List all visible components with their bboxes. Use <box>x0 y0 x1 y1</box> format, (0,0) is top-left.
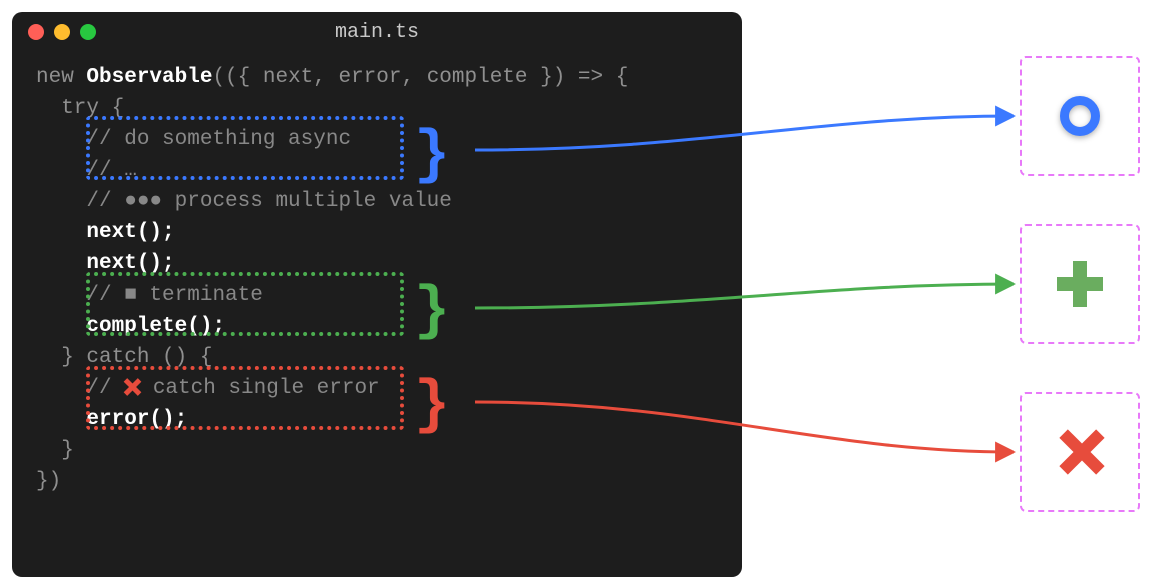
code-text: new <box>36 66 86 89</box>
code-line: next(); <box>36 217 718 248</box>
code-text: }) <box>36 470 61 493</box>
code-text: Observable <box>86 66 212 89</box>
code-text: error(); <box>36 408 187 431</box>
code-line: }) <box>36 466 718 497</box>
code-line: complete(); <box>36 311 718 342</box>
code-line: next(); <box>36 248 718 279</box>
code-text: // … <box>36 159 137 182</box>
code-line: error(); <box>36 404 718 435</box>
code-line: // … <box>36 155 718 186</box>
title-bar: main.ts <box>12 12 742 52</box>
code-line: // catch single error <box>36 373 718 404</box>
code-text: terminate <box>137 284 263 307</box>
code-text: (({ next, error, complete }) => { <box>212 66 628 89</box>
code-text: // <box>36 377 124 400</box>
target-x <box>1020 392 1140 512</box>
code-line: // do something async <box>36 124 718 155</box>
code-text: } <box>36 439 74 462</box>
code-line: // ■ terminate <box>36 280 718 311</box>
code-text: // do something async <box>36 128 351 151</box>
plus-icon <box>1057 261 1103 307</box>
square-icon: ■ <box>124 284 137 307</box>
code-body: new Observable(({ next, error, complete … <box>12 52 742 517</box>
x-icon <box>1057 429 1103 475</box>
target-circle <box>1020 56 1140 176</box>
code-line: // ●●● process multiple value <box>36 186 718 217</box>
code-line: } catch () { <box>36 342 718 373</box>
code-window: main.ts new Observable(({ next, error, c… <box>12 12 742 577</box>
target-plus <box>1020 224 1140 344</box>
code-text: catch single error <box>140 377 379 400</box>
code-text: try { <box>36 97 124 120</box>
code-text: } catch () { <box>36 346 212 369</box>
filename-label: main.ts <box>12 21 742 44</box>
dots-icon: ●●● <box>124 190 162 213</box>
circle-icon <box>1060 96 1100 136</box>
code-text: // <box>36 190 124 213</box>
code-line: new Observable(({ next, error, complete … <box>36 62 718 93</box>
code-text: // <box>36 284 124 307</box>
code-line: } <box>36 435 718 466</box>
code-text: process multiple value <box>162 190 452 213</box>
code-text: next(); <box>36 221 175 244</box>
code-line: try { <box>36 93 718 124</box>
code-text: next(); <box>36 252 175 275</box>
x-icon <box>124 379 140 395</box>
code-text: complete(); <box>36 315 225 338</box>
